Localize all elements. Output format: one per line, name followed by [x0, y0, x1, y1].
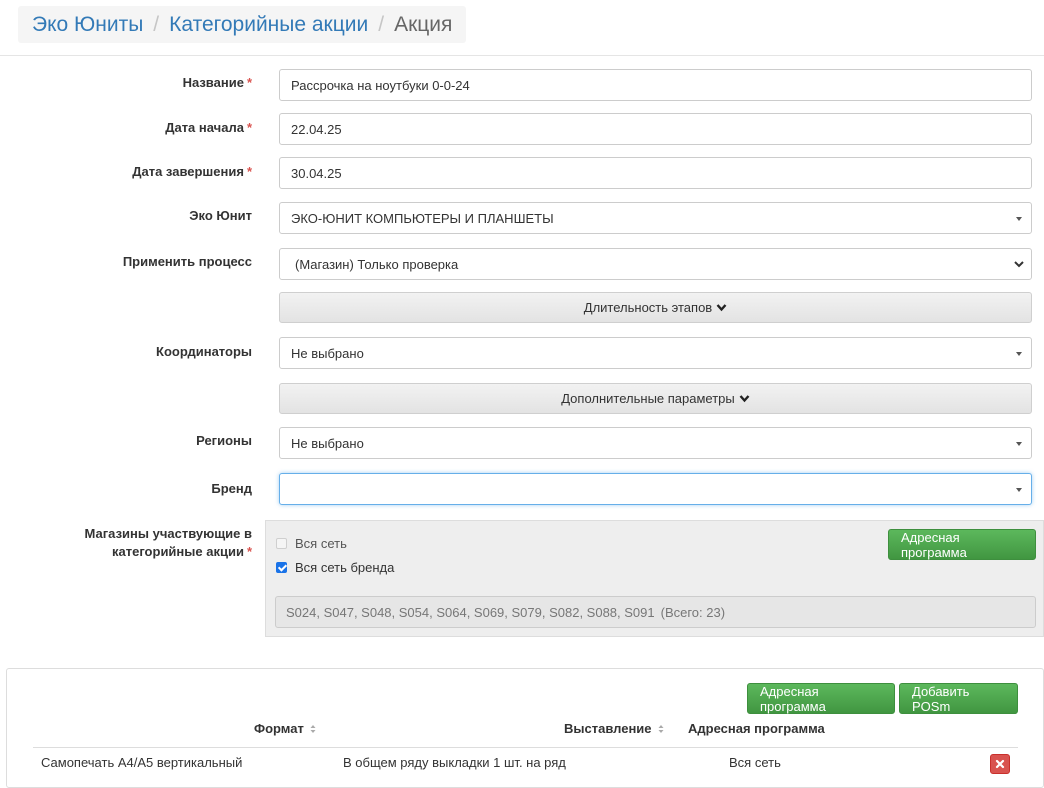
brand-label: Бренд — [211, 481, 252, 496]
dropdown-caret-icon — [1016, 352, 1022, 356]
coordinators-label: Координаторы — [156, 344, 252, 359]
regions-select[interactable]: Не выбрано — [279, 427, 1032, 459]
end-date-label: Дата завершения * — [132, 164, 252, 179]
whole-brand-network-label: Вся сеть бренда — [295, 560, 395, 575]
sort-icon — [310, 724, 316, 733]
stores-list-field[interactable]: S024, S047, S048, S054, S064, S069, S079… — [275, 596, 1036, 628]
eco-unit-select[interactable]: ЭКО-ЮНИТ КОМПЬЮТЕРЫ И ПЛАНШЕТЫ — [279, 202, 1032, 234]
stores-address-program-button[interactable]: Адресная программа — [888, 529, 1036, 560]
table-cell-address-program: Вся сеть — [729, 755, 781, 770]
chevron-down-icon — [716, 304, 727, 312]
stores-panel: Вся сеть Вся сеть бренда Адресная програ… — [265, 520, 1044, 637]
stage-duration-toggle-button[interactable]: Длительность этапов — [279, 292, 1032, 323]
whole-network-label: Вся сеть — [295, 536, 347, 551]
start-date-value: 22.04.25 — [291, 121, 342, 137]
table-header-divider — [33, 747, 1018, 748]
extra-params-label: Дополнительные параметры — [561, 391, 735, 406]
column-header-address-program: Адресная программа — [688, 721, 825, 736]
stage-duration-label: Длительность этапов — [583, 300, 713, 315]
column-header-format[interactable]: Формат — [254, 721, 316, 736]
breadcrumb-separator: / — [153, 12, 160, 36]
whole-network-checkbox[interactable]: Вся сеть — [276, 536, 347, 551]
posm-address-program-button[interactable]: Адресная программа — [747, 683, 895, 714]
eco-unit-value: ЭКО-ЮНИТ КОМПЬЮТЕРЫ И ПЛАНШЕТЫ — [291, 210, 554, 226]
regions-value: Не выбрано — [291, 435, 364, 451]
brand-select[interactable] — [279, 473, 1032, 505]
end-date-value: 30.04.25 — [291, 165, 342, 181]
table-cell-display: В общем ряду выкладки 1 шт. на ряд — [343, 755, 566, 770]
stores-total: (Всего: 23) — [660, 604, 726, 620]
column-header-display[interactable]: Выставление — [564, 721, 664, 736]
name-label: Название * — [182, 75, 252, 90]
process-label: Применить процесс — [122, 254, 252, 269]
coordinators-select[interactable]: Не выбрано — [279, 337, 1032, 369]
chevron-down-icon — [1014, 261, 1024, 268]
add-posm-button[interactable]: Добавить POSm — [899, 683, 1018, 714]
eco-unit-label: Эко Юнит — [189, 208, 252, 223]
checkbox-unchecked-icon — [276, 538, 287, 549]
stores-label: Магазины участвующие в категорийные акци… — [84, 526, 252, 559]
breadcrumb-link-eco-units[interactable]: Эко Юниты — [32, 13, 143, 37]
header-divider — [0, 55, 1044, 56]
name-input-value: Рассрочка на ноутбуки 0-0-24 — [291, 77, 470, 93]
sort-icon — [658, 724, 664, 733]
table-cell-format: Самопечать А4/А5 вертикальный — [41, 755, 243, 770]
dropdown-caret-icon — [1016, 488, 1022, 492]
dropdown-caret-icon — [1016, 442, 1022, 446]
breadcrumb-current: Акция — [394, 12, 453, 36]
whole-brand-network-checkbox[interactable]: Вся сеть бренда — [276, 560, 394, 575]
process-select[interactable]: (Магазин) Только проверка — [279, 248, 1032, 280]
breadcrumb: Эко Юниты / Категорийные акции / Акция — [18, 6, 467, 43]
dropdown-caret-icon — [1016, 217, 1022, 221]
name-input[interactable]: Рассрочка на ноутбуки 0-0-24 — [279, 69, 1032, 101]
breadcrumb-separator: / — [378, 12, 385, 36]
start-date-input[interactable]: 22.04.25 — [279, 113, 1032, 145]
required-mark: * — [246, 120, 252, 135]
extra-params-toggle-button[interactable]: Дополнительные параметры — [279, 383, 1032, 414]
delete-row-button[interactable] — [990, 754, 1010, 774]
process-value: (Магазин) Только проверка — [295, 256, 459, 272]
coordinators-value: Не выбрано — [291, 345, 364, 361]
close-icon — [995, 759, 1005, 769]
stores-list-value: S024, S047, S048, S054, S064, S069, S079… — [286, 604, 655, 620]
required-mark: * — [246, 75, 252, 90]
end-date-input[interactable]: 30.04.25 — [279, 157, 1032, 189]
checkbox-checked-icon — [276, 562, 287, 573]
required-mark: * — [246, 544, 252, 559]
breadcrumb-link-category-promotions[interactable]: Категорийные акции — [169, 13, 368, 37]
chevron-down-icon — [739, 395, 750, 403]
start-date-label: Дата начала * — [165, 120, 252, 135]
required-mark: * — [246, 164, 252, 179]
regions-label: Регионы — [196, 433, 252, 448]
